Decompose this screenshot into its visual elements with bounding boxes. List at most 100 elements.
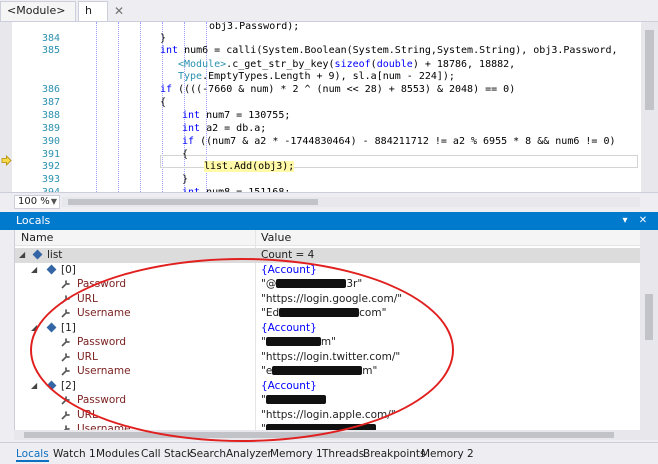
left-dock-strip: [0, 212, 14, 442]
locals-horizontal-scrollbar[interactable]: [14, 430, 640, 440]
editor-tab-bar: <Module> h ✕: [0, 0, 658, 22]
locals-row[interactable]: URL "https://login.apple.com/": [15, 408, 640, 423]
locals-row[interactable]: Password "@ 3r": [15, 277, 640, 292]
column-name[interactable]: Name: [21, 230, 53, 246]
locals-row[interactable]: Password " m": [15, 335, 640, 350]
code-text: list.Add(obj3);: [204, 160, 295, 173]
locals-row[interactable]: ◢ [1] {Account}: [15, 321, 640, 336]
zoom-dropdown[interactable]: 100 % ▼: [14, 195, 60, 209]
code-line[interactable]: 392 list.Add(obj3);: [0, 160, 640, 173]
debug-window-tabs: Locals Watch 1 Modules Call Stack Search Anal…: [0, 442, 658, 464]
code-text: if ((num7 & a2 * -1744830464) - 88421171…: [182, 135, 615, 148]
code-line[interactable]: 386 if ((((-7660 & num) * 2 ^ (num << 28)…: [0, 83, 640, 96]
tab-call-stack[interactable]: Call Stack: [141, 446, 193, 462]
local-value: "https://login.twitter.com/": [261, 350, 401, 363]
tab-h[interactable]: h: [78, 1, 108, 21]
value-suffix: com": [359, 307, 387, 319]
tab-modules[interactable]: Modules: [96, 446, 140, 462]
expand-arrow-icon[interactable]: ◢: [19, 248, 25, 262]
line-number: 388: [41, 110, 60, 121]
line-number: 387: [41, 97, 60, 108]
wrench-icon: [61, 395, 71, 405]
local-value: "Ed com": [261, 306, 386, 320]
editor-horizontal-scrollbar[interactable]: [62, 197, 640, 207]
local-value: "@ 3r": [261, 277, 362, 291]
redaction-mark: [265, 337, 321, 346]
local-value: "https://login.google.com/": [261, 292, 403, 305]
zoom-level: 100 %: [18, 196, 50, 207]
local-name: URL: [77, 408, 98, 421]
locals-vertical-scrollbar[interactable]: [640, 230, 658, 440]
locals-row[interactable]: URL "https://login.twitter.com/": [15, 350, 640, 365]
code-token: }: [160, 33, 167, 44]
local-value: "e m": [261, 364, 377, 378]
value-suffix: m": [320, 336, 336, 348]
local-value: {Account}: [261, 321, 317, 334]
line-number: 389: [41, 123, 60, 134]
code-text: {: [160, 96, 166, 109]
wrench-icon: [61, 294, 71, 304]
code-line[interactable]: 393}: [0, 173, 640, 186]
wrench-icon: [61, 352, 71, 362]
tab-locals[interactable]: Locals: [16, 446, 49, 462]
local-name: [0]: [61, 263, 76, 276]
locals-row[interactable]: ◢ [0] {Account}: [15, 263, 640, 278]
close-icon[interactable]: ✕: [636, 213, 650, 229]
code-line[interactable]: 387 {: [0, 96, 640, 109]
expand-arrow-icon[interactable]: ◢: [31, 263, 37, 277]
local-name: list: [47, 249, 63, 261]
code-token: ((num7 & a2 * -1744830464) - 884211712 !…: [194, 136, 616, 147]
local-name: Username: [77, 365, 131, 377]
locals-row[interactable]: Username "Ed com": [15, 306, 640, 321]
object-icon: [32, 249, 43, 260]
tab-watch-1[interactable]: Watch 1: [53, 446, 96, 462]
code-editor[interactable]: obj3.Password); 384} 385 int num6 = calli(S…: [0, 22, 658, 192]
editor-vertical-scrollbar[interactable]: [641, 22, 658, 192]
value-prefix: "e: [261, 365, 273, 377]
local-value: {Account}: [261, 263, 317, 276]
local-name: Password: [77, 394, 127, 406]
code-text: int num7 = 130755;: [182, 109, 290, 122]
redaction-mark: [272, 366, 363, 375]
wrench-icon: [61, 410, 71, 420]
local-value: ": [261, 393, 326, 407]
tab-close-icon[interactable]: ✕: [110, 1, 128, 21]
locals-row[interactable]: URL "https://login.google.com/": [15, 292, 640, 307]
locals-row[interactable]: Username "e m": [15, 364, 640, 379]
code-token: if: [160, 84, 173, 95]
value-prefix: "Ed: [261, 307, 280, 319]
code-token: int: [182, 123, 201, 134]
expand-arrow-icon[interactable]: ◢: [31, 321, 37, 335]
locals-row[interactable]: ◢ [2] {Account}: [15, 379, 640, 394]
tab-module[interactable]: <Module>: [0, 1, 76, 21]
tab-breakpoints[interactable]: Breakpoints: [363, 446, 426, 462]
expand-arrow-icon[interactable]: ◢: [31, 379, 37, 393]
redaction-mark: [276, 279, 347, 288]
tab-memory-1[interactable]: Memory 1: [270, 446, 323, 462]
local-value: "https://login.apple.com/": [261, 408, 396, 421]
code-token: num7 = 130755;: [200, 110, 291, 121]
object-icon: [46, 380, 57, 390]
tab-memory-2[interactable]: Memory 2: [421, 446, 474, 462]
code-line[interactable]: 389 int a2 = db.a;: [0, 122, 640, 135]
code-line[interactable]: 388 int num7 = 130755;: [0, 109, 640, 122]
line-number: 386: [41, 84, 60, 95]
locals-row[interactable]: Password ": [15, 393, 640, 408]
local-name: Password: [77, 336, 127, 348]
value-suffix: 3r": [346, 278, 363, 290]
code-token: double: [376, 59, 413, 70]
tab-analyzer[interactable]: Analyzer: [226, 446, 272, 462]
column-value[interactable]: Value: [261, 230, 291, 246]
line-number: 385: [41, 45, 60, 56]
code-token: .EmptyTypes.Length + 9), sl.a[num - 224]…: [202, 71, 455, 82]
execution-pointer-icon: [1, 155, 12, 166]
code-line[interactable]: Type.EmptyTypes.Length + 9), sl.a[num - …: [0, 70, 640, 83]
tab-threads[interactable]: Threads: [322, 446, 364, 462]
tab-search[interactable]: Search: [190, 446, 226, 462]
window-position-icon[interactable]: ▾: [618, 213, 632, 229]
code-line[interactable]: 385 int num6 = calli(System.Boolean(Syste…: [0, 44, 640, 57]
locals-header: Locals ▾ ✕: [0, 212, 658, 230]
code-line[interactable]: 390 if ((num7 & a2 * -1744830464) - 88421…: [0, 135, 640, 148]
code-text: Type.EmptyTypes.Length + 9), sl.a[num - …: [178, 70, 455, 83]
locals-row[interactable]: ◢ list Count = 4: [15, 248, 640, 263]
